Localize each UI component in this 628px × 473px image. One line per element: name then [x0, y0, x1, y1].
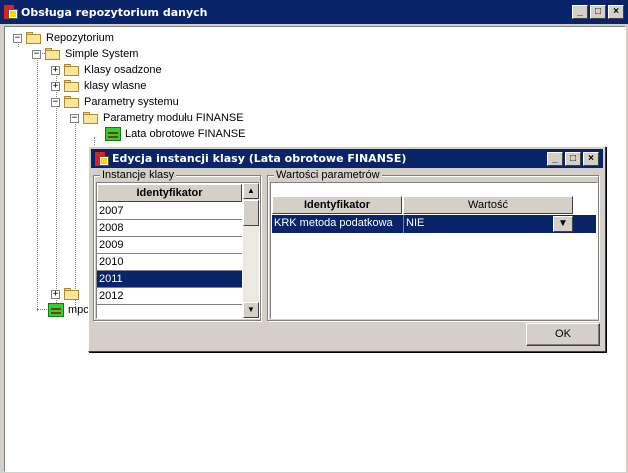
scroll-down-icon[interactable]: ▼ — [243, 302, 259, 318]
tree-node-label: Parametry systemu — [84, 96, 179, 108]
tree-node-label: Lata obrotowe FINANSE — [125, 128, 246, 140]
main-titlebar: Obsługa repozytorium danych _ □ × — [0, 0, 628, 24]
params-group-label: Wartości parametrów — [274, 169, 382, 181]
dropdown-arrow-icon[interactable]: ▼ — [553, 216, 573, 232]
folder-icon — [64, 80, 80, 92]
maximize-button[interactable]: □ — [590, 5, 606, 19]
params-table[interactable]: Identyfikator Wartość KRK metoda podatko… — [270, 182, 598, 319]
collapse-icon[interactable]: − — [70, 113, 79, 123]
tree-node-label: mpc — [68, 304, 89, 316]
minimize-button[interactable]: _ — [572, 5, 588, 19]
tree-node-label: Repozytorium — [46, 32, 114, 44]
params-value-header[interactable]: Wartość — [403, 196, 573, 214]
collapse-icon[interactable]: − — [13, 33, 22, 43]
folder-icon — [64, 64, 80, 76]
instances-group: Instancje klasy Identyfikator 2007 2008 … — [93, 169, 261, 321]
list-item[interactable]: 2010 — [97, 254, 242, 271]
tree-node-lata-obrotowe[interactable]: Lata obrotowe FINANSE — [105, 126, 245, 142]
app-icon — [4, 5, 18, 19]
tree-node-mpc[interactable]: mpc — [48, 302, 89, 318]
tree-node-klasy-osadzone[interactable]: + Klasy osadzone — [51, 62, 162, 78]
class-icon — [48, 303, 64, 317]
param-id-cell: KRK metoda podatkowa — [274, 217, 393, 229]
minimize-button[interactable]: _ — [547, 151, 563, 166]
instances-list[interactable]: Identyfikator 2007 2008 2009 2010 2011 2… — [96, 182, 260, 319]
folder-open-icon — [45, 48, 61, 60]
class-icon — [105, 127, 121, 141]
window-title: Obsługa repozytorium danych — [21, 5, 208, 19]
folder-open-icon — [64, 96, 80, 108]
tree-node-collapsed[interactable]: + — [51, 286, 84, 302]
scroll-up-icon[interactable]: ▲ — [243, 183, 259, 199]
ok-button[interactable]: OK — [526, 323, 600, 346]
param-value-cell[interactable]: NIE — [403, 215, 574, 233]
dialog-title: Edycja instancji klasy (Lata obrotowe FI… — [112, 152, 407, 165]
close-button[interactable]: × — [583, 151, 599, 166]
instances-column-header[interactable]: Identyfikator — [97, 184, 242, 202]
tree-node-label: Parametry modułu FINANSE — [103, 112, 244, 124]
folder-open-icon — [26, 32, 42, 44]
app-icon — [95, 151, 109, 166]
params-group: Wartości parametrów Identyfikator Wartoś… — [267, 169, 599, 321]
list-item[interactable]: 2007 — [97, 203, 242, 220]
maximize-button[interactable]: □ — [565, 151, 581, 166]
table-row[interactable]: KRK metoda podatkowa NIE ▼ — [272, 215, 596, 233]
tree-node-simple-system[interactable]: − Simple System — [32, 46, 138, 62]
tree-node-parametry-modulu[interactable]: − Parametry modułu FINANSE — [70, 110, 244, 126]
expand-icon[interactable]: + — [51, 81, 60, 91]
list-item[interactable]: 2008 — [97, 220, 242, 237]
dialog-titlebar: Edycja instancji klasy (Lata obrotowe FI… — [91, 149, 603, 168]
list-item[interactable]: 2012 — [97, 288, 242, 305]
instances-group-label: Instancje klasy — [100, 169, 177, 181]
tree-node-klasy-wlasne[interactable]: + klasy wlasne — [51, 78, 146, 94]
scroll-thumb[interactable] — [243, 200, 259, 226]
expand-icon[interactable]: + — [51, 65, 60, 75]
tree-node-label: klasy wlasne — [84, 80, 147, 92]
tree-node-root[interactable]: − Repozytorium — [13, 30, 114, 46]
instances-scrollbar[interactable]: ▲ ▼ — [243, 183, 259, 318]
tree-node-parametry-systemu[interactable]: − Parametry systemu — [51, 94, 179, 110]
folder-open-icon — [83, 112, 99, 124]
list-item-selected[interactable]: 2011 — [97, 271, 242, 288]
tree-node-label: Klasy osadzone — [84, 64, 162, 76]
expand-icon[interactable]: + — [51, 289, 60, 299]
tree-node-label: Simple System — [65, 48, 139, 60]
edit-instance-dialog: Edycja instancji klasy (Lata obrotowe FI… — [88, 146, 606, 352]
collapse-icon[interactable]: − — [51, 97, 60, 107]
folder-icon — [64, 288, 80, 300]
collapse-icon[interactable]: − — [32, 49, 41, 59]
list-item[interactable]: 2009 — [97, 237, 242, 254]
close-button[interactable]: × — [608, 5, 624, 19]
params-id-header[interactable]: Identyfikator — [272, 196, 402, 214]
